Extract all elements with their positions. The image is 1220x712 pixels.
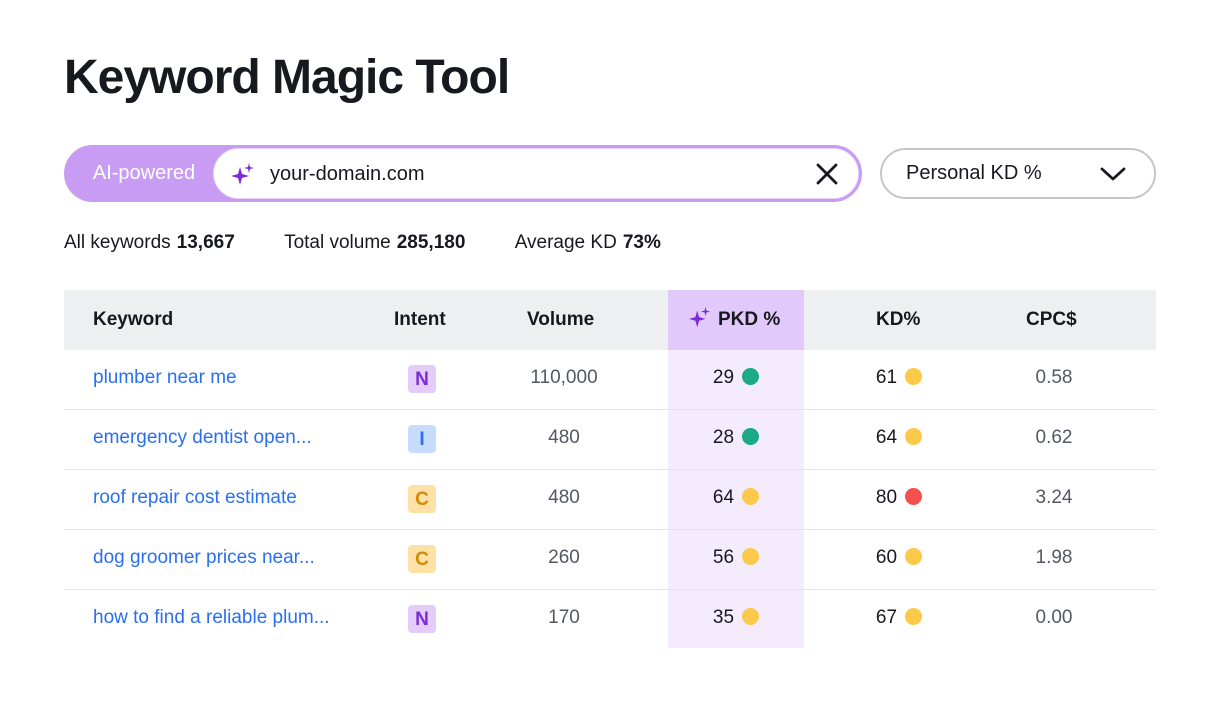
pkd-value: 35 — [712, 607, 735, 628]
keyword-search-bar: AI-powered your-domain.com — [64, 145, 862, 202]
sparkle-icon — [688, 306, 711, 328]
stat-average-kd: Average KD 73% — [514, 232, 661, 253]
close-icon[interactable] — [814, 161, 840, 187]
keyword-link[interactable]: emergency dentist open... — [93, 410, 312, 470]
table-row: plumber near me N 110,000 29 61 0.58 — [64, 350, 1156, 410]
pkd-difficulty-dot — [742, 608, 760, 625]
table-body: plumber near me N 110,000 29 61 0.58 eme… — [64, 350, 1156, 650]
pkd-cell: 64 — [668, 470, 804, 530]
intent-badge: C — [408, 545, 436, 573]
cpc-value: 1.98 — [1035, 547, 1073, 568]
keyword-link[interactable]: plumber near me — [93, 350, 237, 410]
search-input[interactable]: your-domain.com — [213, 148, 859, 199]
page-title: Keyword Magic Tool — [64, 51, 510, 104]
pkd-difficulty-dot — [742, 548, 760, 565]
kd-difficulty-dot — [905, 608, 923, 625]
kd-cell: 61 — [834, 350, 964, 410]
kd-cell: 60 — [834, 530, 964, 590]
pkd-cell: 29 — [668, 350, 804, 410]
pkd-cell: 56 — [668, 530, 804, 590]
kd-cell: 64 — [834, 410, 964, 470]
kd-cell: 67 — [834, 590, 964, 650]
kd-difficulty-dot — [905, 368, 923, 385]
kd-difficulty-dot — [905, 428, 923, 445]
kd-value: 61 — [875, 367, 898, 388]
pkd-value: 56 — [712, 547, 735, 568]
volume-value: 170 — [548, 607, 580, 628]
intent-badge: N — [408, 605, 436, 633]
intent-badge: C — [408, 485, 436, 513]
sparkle-icon — [231, 163, 254, 185]
intent-badge: I — [408, 425, 436, 453]
col-volume[interactable]: Volume — [527, 290, 594, 350]
kd-cell: 80 — [834, 470, 964, 530]
stat-all-keywords: All keywords 13,667 — [64, 232, 235, 253]
search-value: your-domain.com — [270, 163, 425, 185]
pkd-value: 64 — [712, 487, 735, 508]
col-intent[interactable]: Intent — [394, 290, 446, 350]
kd-type-dropdown[interactable]: Personal KD % — [880, 148, 1156, 199]
pkd-cell: 35 — [668, 590, 804, 650]
col-kd[interactable]: KD% — [876, 290, 920, 350]
keyword-link[interactable]: dog groomer prices near... — [93, 530, 315, 590]
pkd-difficulty-dot — [742, 368, 760, 385]
chevron-down-icon — [1100, 167, 1126, 181]
pkd-value: 28 — [712, 427, 735, 448]
cpc-value: 0.62 — [1035, 427, 1073, 448]
table-header: Keyword Intent Volume PKD % KD% CPC$ — [64, 290, 1156, 350]
kd-difficulty-dot — [905, 488, 923, 505]
kd-value: 64 — [875, 427, 898, 448]
stat-total-volume: Total volume 285,180 — [284, 232, 466, 253]
kd-value: 67 — [875, 607, 898, 628]
kd-value: 60 — [875, 547, 898, 568]
table-row: roof repair cost estimate C 480 64 80 3.… — [64, 470, 1156, 530]
volume-value: 480 — [548, 427, 580, 448]
col-keyword[interactable]: Keyword — [93, 290, 173, 350]
pkd-cell: 28 — [668, 410, 804, 470]
cpc-value: 0.58 — [1035, 367, 1073, 388]
pkd-value: 29 — [712, 367, 735, 388]
table-row: dog groomer prices near... C 260 56 60 1… — [64, 530, 1156, 590]
keyword-table: Keyword Intent Volume PKD % KD% CPC$ plu… — [64, 290, 1156, 650]
table-row: emergency dentist open... I 480 28 64 0.… — [64, 410, 1156, 470]
kd-value: 80 — [875, 487, 898, 508]
pkd-difficulty-dot — [742, 488, 760, 505]
table-row: how to find a reliable plum... N 170 35 … — [64, 590, 1156, 650]
cpc-value: 3.24 — [1035, 487, 1073, 508]
volume-value: 110,000 — [530, 367, 598, 388]
col-pkd[interactable]: PKD % — [688, 290, 798, 350]
col-cpc[interactable]: CPC$ — [1026, 290, 1077, 350]
kd-type-selected: Personal KD % — [906, 162, 1042, 184]
keyword-link[interactable]: roof repair cost estimate — [93, 470, 297, 530]
ai-powered-toggle[interactable]: AI-powered — [64, 145, 224, 202]
volume-value: 260 — [548, 547, 580, 568]
cpc-value: 0.00 — [1035, 607, 1073, 628]
keyword-link[interactable]: how to find a reliable plum... — [93, 590, 330, 650]
pkd-difficulty-dot — [742, 428, 760, 445]
volume-value: 480 — [548, 487, 580, 508]
keyword-stats: All keywords 13,667 Total volume 285,180 A… — [64, 232, 705, 254]
intent-badge: N — [408, 365, 436, 393]
kd-difficulty-dot — [905, 548, 923, 565]
